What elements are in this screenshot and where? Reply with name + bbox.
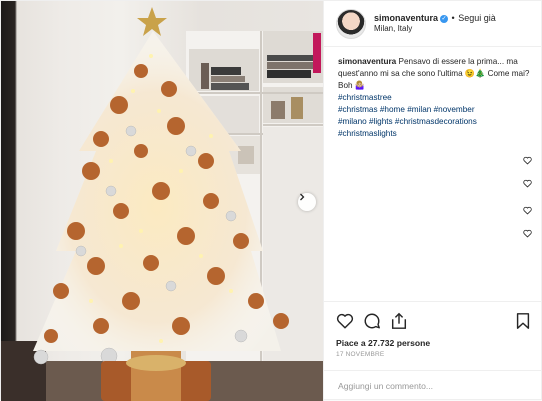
post-date[interactable]: 17 NOVEMBRE [336,351,532,358]
hashtag[interactable]: #christmasdecorations [395,117,477,126]
action-icons [336,312,532,334]
caption-username[interactable]: simonaventura [338,57,396,66]
chevron-right-icon [300,193,305,201]
post-header: simonaventura ✓ • Segui già Milan, Italy [324,1,542,47]
likes-count[interactable]: Piace a 27.732 persone [336,338,532,348]
hashtag[interactable]: #lights [369,117,393,126]
comment-icon[interactable] [363,312,381,330]
comment-like-heart-icon[interactable] [523,229,532,238]
username-link[interactable]: simonaventura [374,13,438,23]
heart-icon[interactable] [336,312,354,330]
likes-suffix: persone [396,338,431,348]
post-photo[interactable] [1,1,323,401]
separator-dot: • [451,12,455,23]
hashtag[interactable]: #christmastree [338,93,392,102]
instagram-post: simonaventura ✓ • Segui già Milan, Italy … [0,0,542,401]
bookmark-icon[interactable] [514,312,532,330]
next-photo-button[interactable] [298,193,316,211]
hashtag[interactable]: #christmas [338,105,378,114]
post-caption: simonaventura Pensavo di essere la prima… [338,56,538,140]
hashtag[interactable]: #november [434,105,475,114]
christmas-tree-photo [1,7,323,401]
post-details-panel: simonaventura ✓ • Segui già Milan, Italy … [323,1,542,401]
comment-like-heart-icon[interactable] [523,156,532,165]
header-line: simonaventura ✓ • Segui già [374,13,496,24]
share-icon[interactable] [390,312,408,330]
hashtag[interactable]: #milan [407,105,431,114]
follow-button[interactable]: Segui già [458,13,496,23]
avatar[interactable] [336,8,366,39]
comment-like-heart-icon[interactable] [523,179,532,188]
header-text: simonaventura ✓ • Segui già Milan, Italy [374,13,496,34]
location-link[interactable]: Milan, Italy [374,24,496,34]
likes-prefix: Piace a [336,338,366,348]
verified-badge-icon: ✓ [440,14,449,23]
hashtag[interactable]: #milano [338,117,367,126]
likes-number: 27.732 [368,338,395,348]
hashtag[interactable]: #christmaslights [338,129,397,138]
comment-input[interactable] [338,381,518,391]
post-actions: Piace a 27.732 persone 17 NOVEMBRE [324,301,542,361]
comment-bar [324,370,542,401]
hashtag[interactable]: #home [380,105,405,114]
comment-like-heart-icon[interactable] [523,206,532,215]
